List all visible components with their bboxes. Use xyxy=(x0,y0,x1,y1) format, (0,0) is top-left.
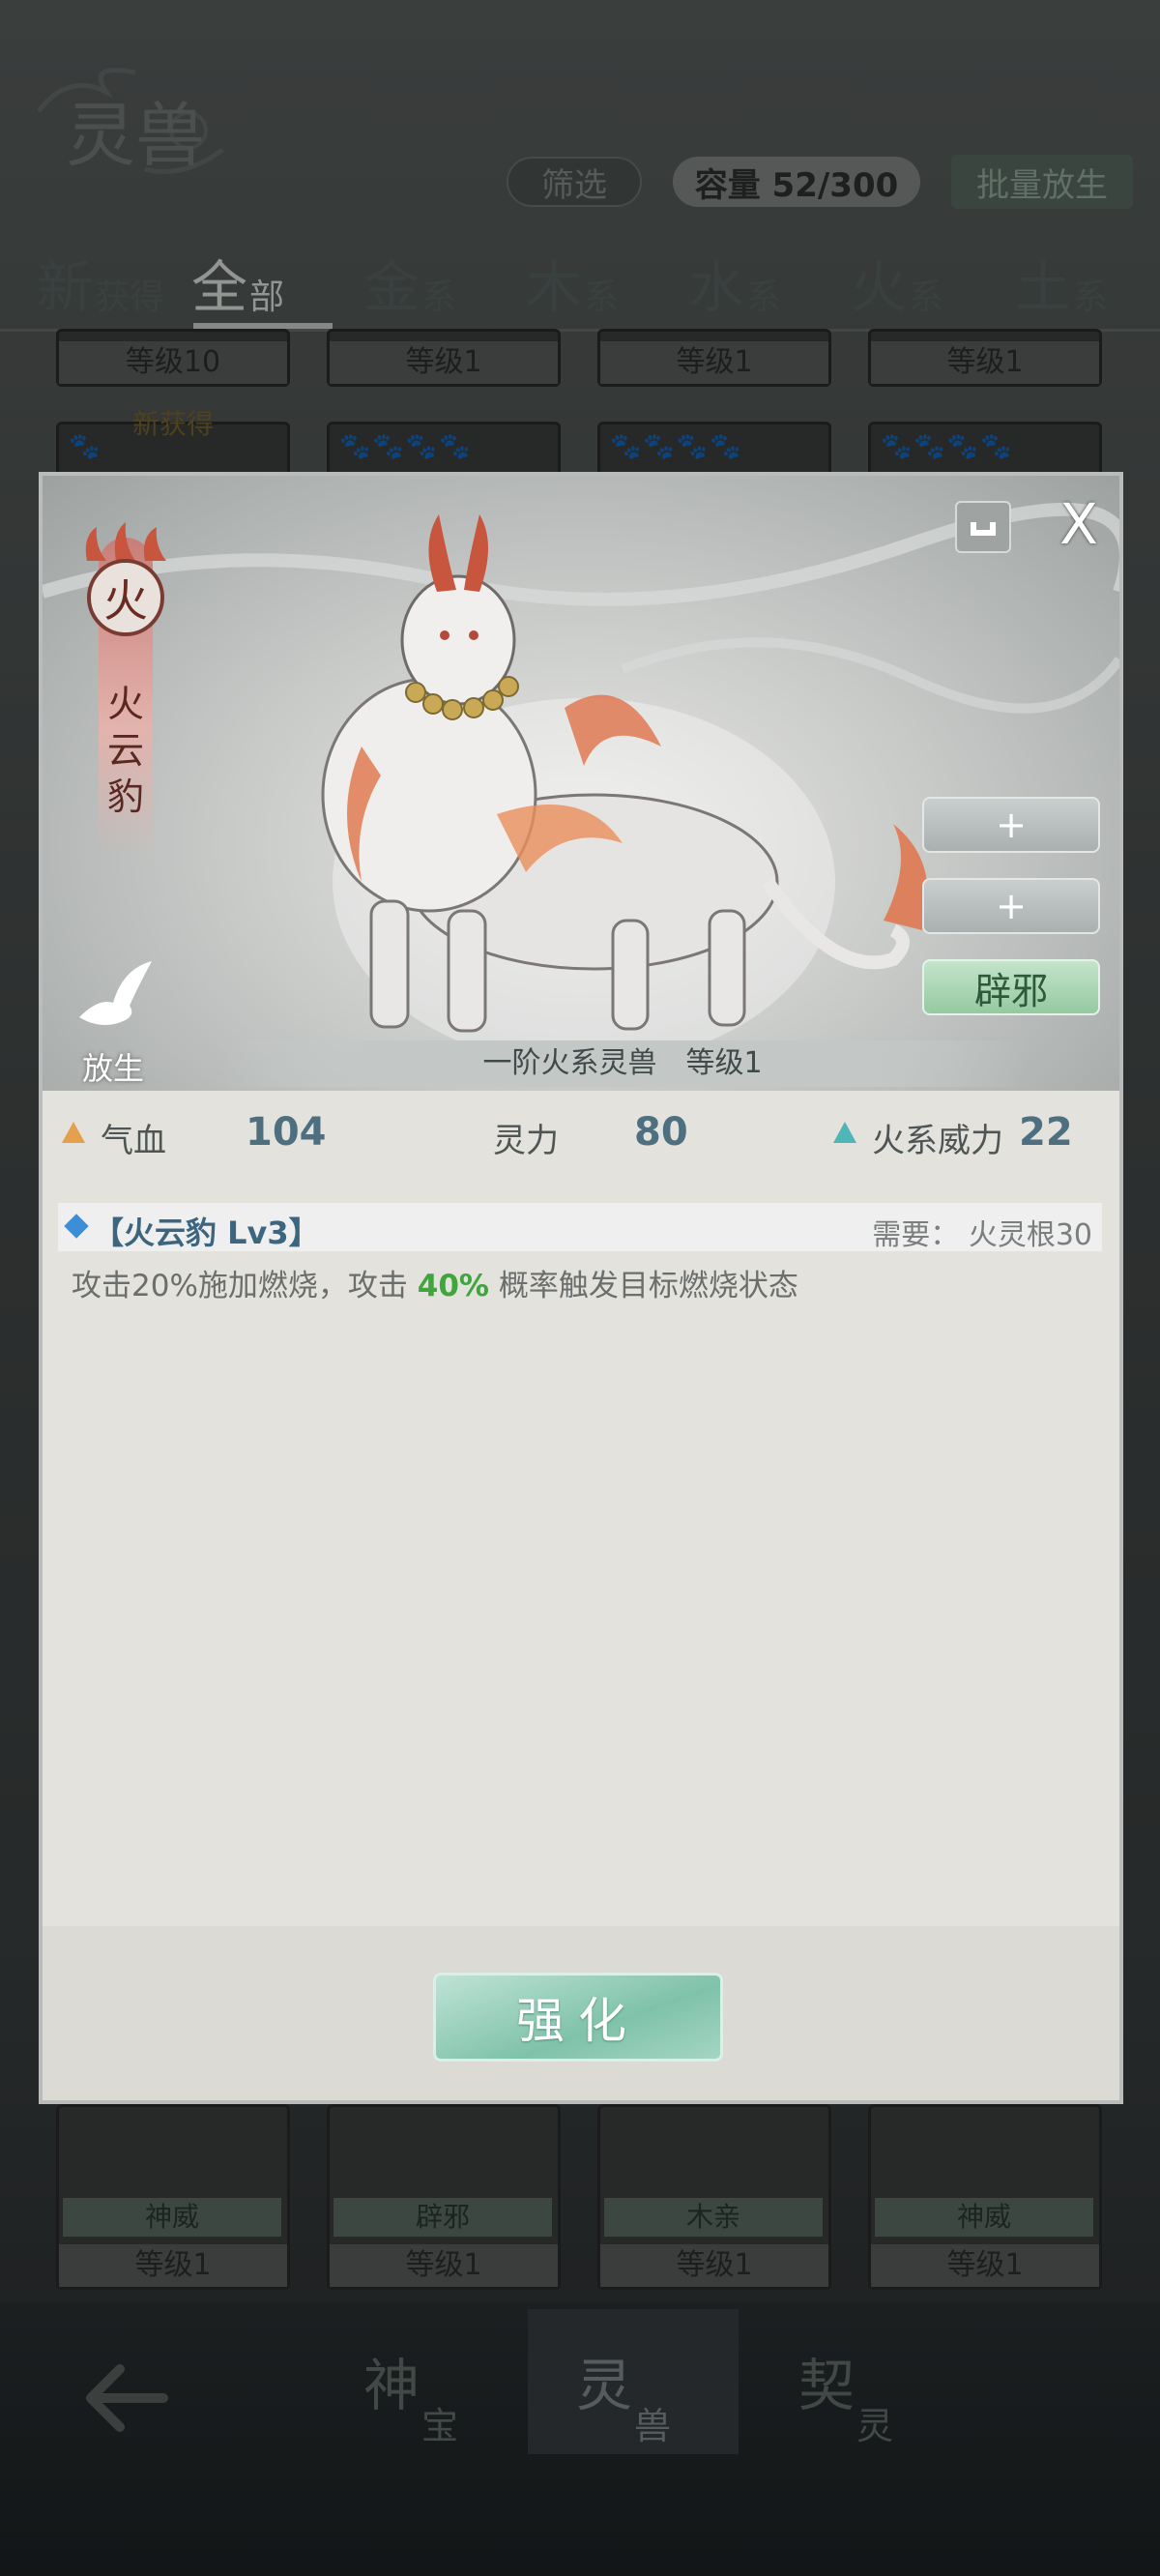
skill-requirement: 需要： 火灵根30 xyxy=(872,1218,1092,1252)
skill-desc-text: 攻击20%施加燃烧，攻击 xyxy=(72,1269,418,1303)
add-skill-slot-button[interactable]: + xyxy=(922,797,1100,853)
skill-desc-highlight: 40% xyxy=(417,1269,489,1303)
hp-value: 104 xyxy=(246,1110,327,1155)
skill-header: 【火云豹 Lv3】 需要： 火灵根30 xyxy=(58,1203,1102,1252)
spirit-value: 80 xyxy=(634,1110,688,1155)
beast-artwork-panel: 火 火云豹 放生 X + + 辟邪 一阶火系灵兽 等级1 xyxy=(43,476,1119,1091)
skill-desc-text-end: 概率触发目标燃烧状态 xyxy=(488,1269,798,1303)
beast-name: 火云豹 xyxy=(106,683,144,818)
spirit-label: 灵力 xyxy=(493,1122,559,1160)
release-label: 放生 xyxy=(81,1050,144,1087)
skill-slot-button[interactable]: 辟邪 xyxy=(922,959,1100,1015)
fire-power-triangle-icon xyxy=(833,1122,856,1143)
add-skill-slot-button-2[interactable]: + xyxy=(922,878,1100,934)
hp-label: 气血 xyxy=(101,1122,166,1160)
lock-toggle-icon[interactable] xyxy=(955,501,1011,553)
stats-row: 气血 104 灵力 80 火系威力 22 xyxy=(43,1104,1119,1172)
release-button[interactable]: 放生 xyxy=(60,959,166,1089)
skill-description: 攻击20%施加燃烧，攻击 40% 概率触发目标燃烧状态 xyxy=(72,1261,798,1304)
fire-power-value: 22 xyxy=(1019,1110,1073,1155)
hp-triangle-icon xyxy=(62,1122,85,1143)
close-button[interactable]: X xyxy=(1052,496,1106,552)
diamond-icon xyxy=(64,1214,89,1239)
beast-detail-modal: 火 火云豹 放生 X + + 辟邪 一阶火系灵兽 等级1 气血 104 灵力 8… xyxy=(39,472,1123,2104)
fire-power-label: 火系威力 xyxy=(872,1122,1003,1160)
upgrade-button[interactable]: 强化 xyxy=(433,1973,723,2062)
beast-rank-caption: 一阶火系灵兽 等级1 xyxy=(217,1040,1029,1087)
dove-icon xyxy=(79,961,152,1025)
skill-name: 【火云豹 Lv3】 xyxy=(93,1215,320,1251)
flame-crest-icon xyxy=(77,522,174,561)
fire-element-icon: 火 xyxy=(87,559,164,636)
